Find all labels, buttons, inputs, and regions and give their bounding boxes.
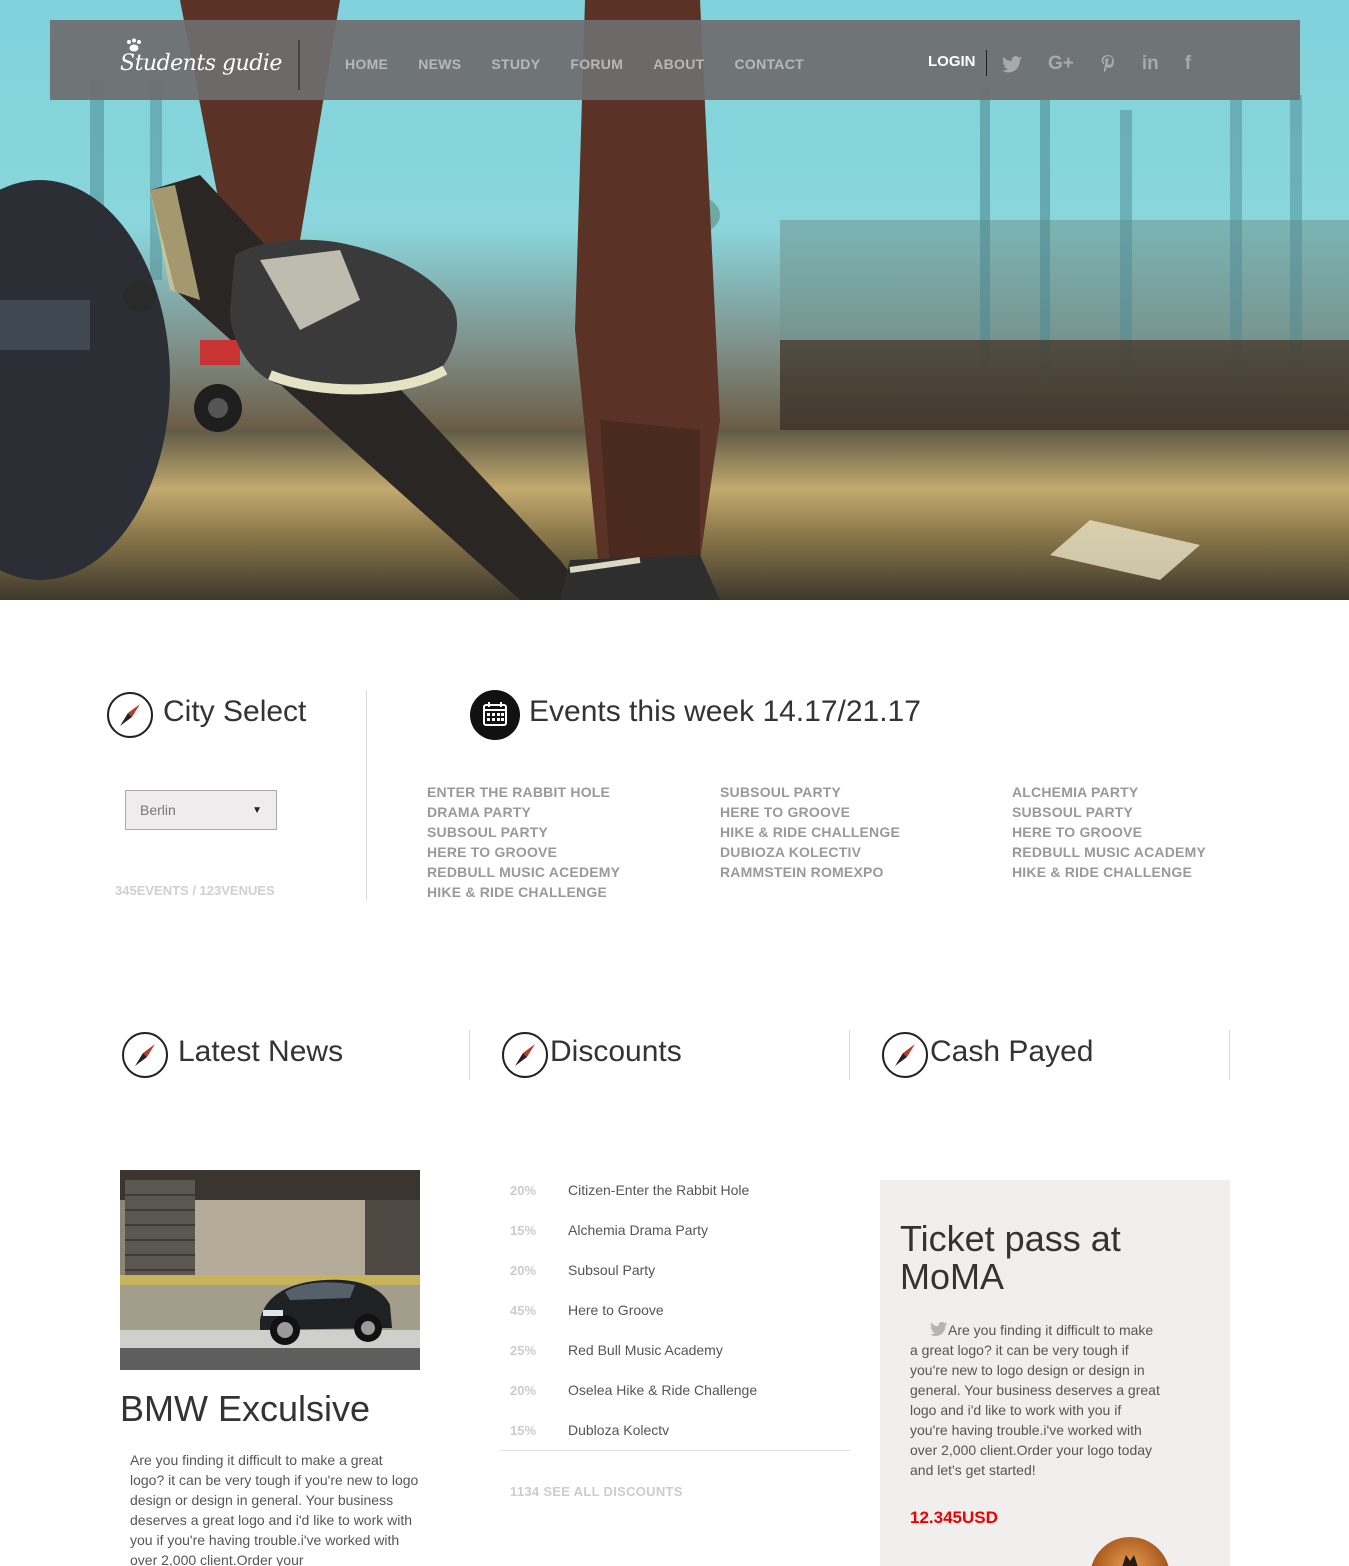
- event-item[interactable]: HERE TO GROOVE: [1012, 822, 1206, 842]
- cash-divider: [1229, 1030, 1230, 1080]
- city-stats: 345EVENTS / 123VENUES: [115, 883, 275, 898]
- event-item[interactable]: HERE TO GROOVE: [427, 842, 620, 862]
- twitter-icon: [930, 1322, 948, 1336]
- news-divider: [469, 1030, 470, 1080]
- nav-link-news[interactable]: NEWS: [418, 48, 461, 72]
- discounts-title: Discounts: [550, 1035, 682, 1068]
- discount-percent: 20%: [510, 1182, 537, 1198]
- event-item[interactable]: ALCHEMIA PARTY: [1012, 782, 1206, 802]
- nav-link-forum[interactable]: FORUM: [570, 48, 623, 72]
- discount-item[interactable]: 20% Subsoul Party: [510, 1250, 757, 1290]
- event-item[interactable]: SUBSOUL PARTY: [427, 822, 620, 842]
- compass-icon: [122, 1032, 168, 1078]
- ticket-description-text: Are you finding it difficult to make a g…: [910, 1322, 1160, 1478]
- events-column-2: SUBSOUL PARTY HERE TO GROOVE HIKE & RIDE…: [720, 782, 900, 882]
- events-column-3: ALCHEMIA PARTY SUBSOUL PARTY HERE TO GRO…: [1012, 782, 1206, 882]
- ticket-description: Are you finding it difficult to make a g…: [910, 1320, 1160, 1480]
- ticket-title[interactable]: Ticket pass at MoMA: [900, 1220, 1200, 1296]
- news-image[interactable]: [120, 1170, 420, 1370]
- avatar: [1090, 1537, 1170, 1566]
- discount-name: Red Bull Music Academy: [568, 1342, 723, 1358]
- city-events-divider: [366, 690, 367, 900]
- discount-percent: 15%: [510, 1222, 537, 1238]
- login-link[interactable]: LOGIN: [928, 53, 976, 70]
- discount-percent: 15%: [510, 1422, 537, 1438]
- paw-icon: [127, 38, 141, 52]
- discount-percent: 45%: [510, 1302, 537, 1318]
- discount-name: Subsoul Party: [568, 1262, 656, 1278]
- login-divider: [986, 50, 987, 76]
- discount-item[interactable]: 15% Alchemia Drama Party: [510, 1210, 757, 1250]
- event-item[interactable]: DUBIOZA KOLECTIV: [720, 842, 900, 862]
- facebook-icon[interactable]: f: [1185, 53, 1191, 75]
- nav-link-study[interactable]: STUDY: [491, 48, 540, 72]
- discount-percent: 20%: [510, 1262, 537, 1278]
- compass-icon: [107, 692, 153, 738]
- bmw-car-image: [120, 1170, 420, 1370]
- discount-item[interactable]: 25% Red Bull Music Academy: [510, 1330, 757, 1370]
- nav-link-about[interactable]: ABOUT: [653, 48, 704, 72]
- compass-icon: [882, 1032, 928, 1078]
- news-article-text: Are you finding it difficult to make a g…: [130, 1452, 419, 1566]
- discount-name: Oselea Hike & Ride Challenge: [568, 1382, 758, 1398]
- event-item[interactable]: SUBSOUL PARTY: [1012, 802, 1206, 822]
- discount-item[interactable]: 20% Oselea Hike & Ride Challenge: [510, 1370, 757, 1410]
- events-column-1: ENTER THE RABBIT HOLE DRAMA PARTY SUBSOU…: [427, 782, 620, 902]
- discounts-list: 20% Citizen-Enter the Rabbit Hole 15% Alch…: [510, 1170, 757, 1450]
- nav-link-home[interactable]: HOME: [345, 48, 388, 72]
- discount-name: Here to Groove: [568, 1302, 664, 1318]
- event-item[interactable]: REDBULL MUSIC ACEDEMY: [427, 862, 620, 882]
- event-item[interactable]: HIKE & RIDE CHALLENGE: [1012, 862, 1206, 882]
- events-title: Events this week 14.17/21.17: [529, 695, 921, 728]
- cash-payed-card: Ticket pass at MoMA Are you finding it d…: [880, 1180, 1230, 1566]
- calendar-icon: [470, 690, 520, 740]
- discounts-divider: [849, 1030, 850, 1080]
- event-item[interactable]: RAMMSTEIN ROMEXPO: [720, 862, 900, 882]
- event-item[interactable]: HIKE & RIDE CHALLENGE: [427, 882, 620, 902]
- nav-link-contact[interactable]: CONTACT: [734, 48, 804, 72]
- brand-logo[interactable]: Students gudie: [120, 36, 282, 84]
- brand-divider: [298, 40, 300, 90]
- event-item[interactable]: SUBSOUL PARTY: [720, 782, 900, 802]
- cash-payed-title: Cash Payed: [930, 1035, 1094, 1068]
- see-all-discounts-link[interactable]: 1134 SEE ALL DISCOUNTS: [510, 1484, 683, 1499]
- social-links: G+ in f: [1002, 50, 1191, 78]
- linkedin-icon[interactable]: in: [1142, 53, 1159, 75]
- discount-name: Alchemia Drama Party: [568, 1222, 709, 1238]
- twitter-icon[interactable]: [1002, 55, 1022, 73]
- city-select-title: City Select: [163, 695, 307, 728]
- latest-news-title: Latest News: [178, 1035, 344, 1068]
- discount-name: Citizen-Enter the Rabbit Hole: [568, 1182, 750, 1198]
- city-dropdown-value: Berlin: [140, 802, 176, 818]
- pinterest-icon[interactable]: [1100, 54, 1116, 74]
- event-item[interactable]: REDBULL MUSIC ACADEMY: [1012, 842, 1206, 862]
- compass-icon: [502, 1032, 548, 1078]
- google-plus-icon[interactable]: G+: [1048, 53, 1074, 75]
- main-menu: HOME NEWS STUDY FORUM ABOUT CONTACT: [345, 20, 804, 100]
- event-item[interactable]: HIKE & RIDE CHALLENGE: [720, 822, 900, 842]
- dropdown-caret-icon: ▼: [252, 804, 262, 816]
- city-dropdown[interactable]: Berlin ▼: [125, 790, 277, 830]
- event-item[interactable]: DRAMA PARTY: [427, 802, 620, 822]
- avatar-figure-icon: [1122, 1555, 1138, 1566]
- discount-item[interactable]: 15% Dubloza Kolectv: [510, 1410, 757, 1450]
- discount-item[interactable]: 45% Here to Groove: [510, 1290, 757, 1330]
- discounts-separator: [500, 1450, 850, 1451]
- brand-name: Students gudie: [120, 50, 282, 76]
- event-item[interactable]: ENTER THE RABBIT HOLE: [427, 782, 620, 802]
- ticket-price: 12.345USD: [910, 1508, 998, 1527]
- discount-percent: 20%: [510, 1382, 537, 1398]
- discount-item[interactable]: 20% Citizen-Enter the Rabbit Hole: [510, 1170, 757, 1210]
- top-navigation-bar: Students gudie HOME NEWS STUDY FORUM ABO…: [50, 20, 1300, 100]
- discount-name: Dubloza Kolectv: [568, 1422, 670, 1438]
- event-item[interactable]: HERE TO GROOVE: [720, 802, 900, 822]
- discount-percent: 25%: [510, 1342, 537, 1358]
- news-article-title[interactable]: BMW Exculsive: [120, 1388, 370, 1430]
